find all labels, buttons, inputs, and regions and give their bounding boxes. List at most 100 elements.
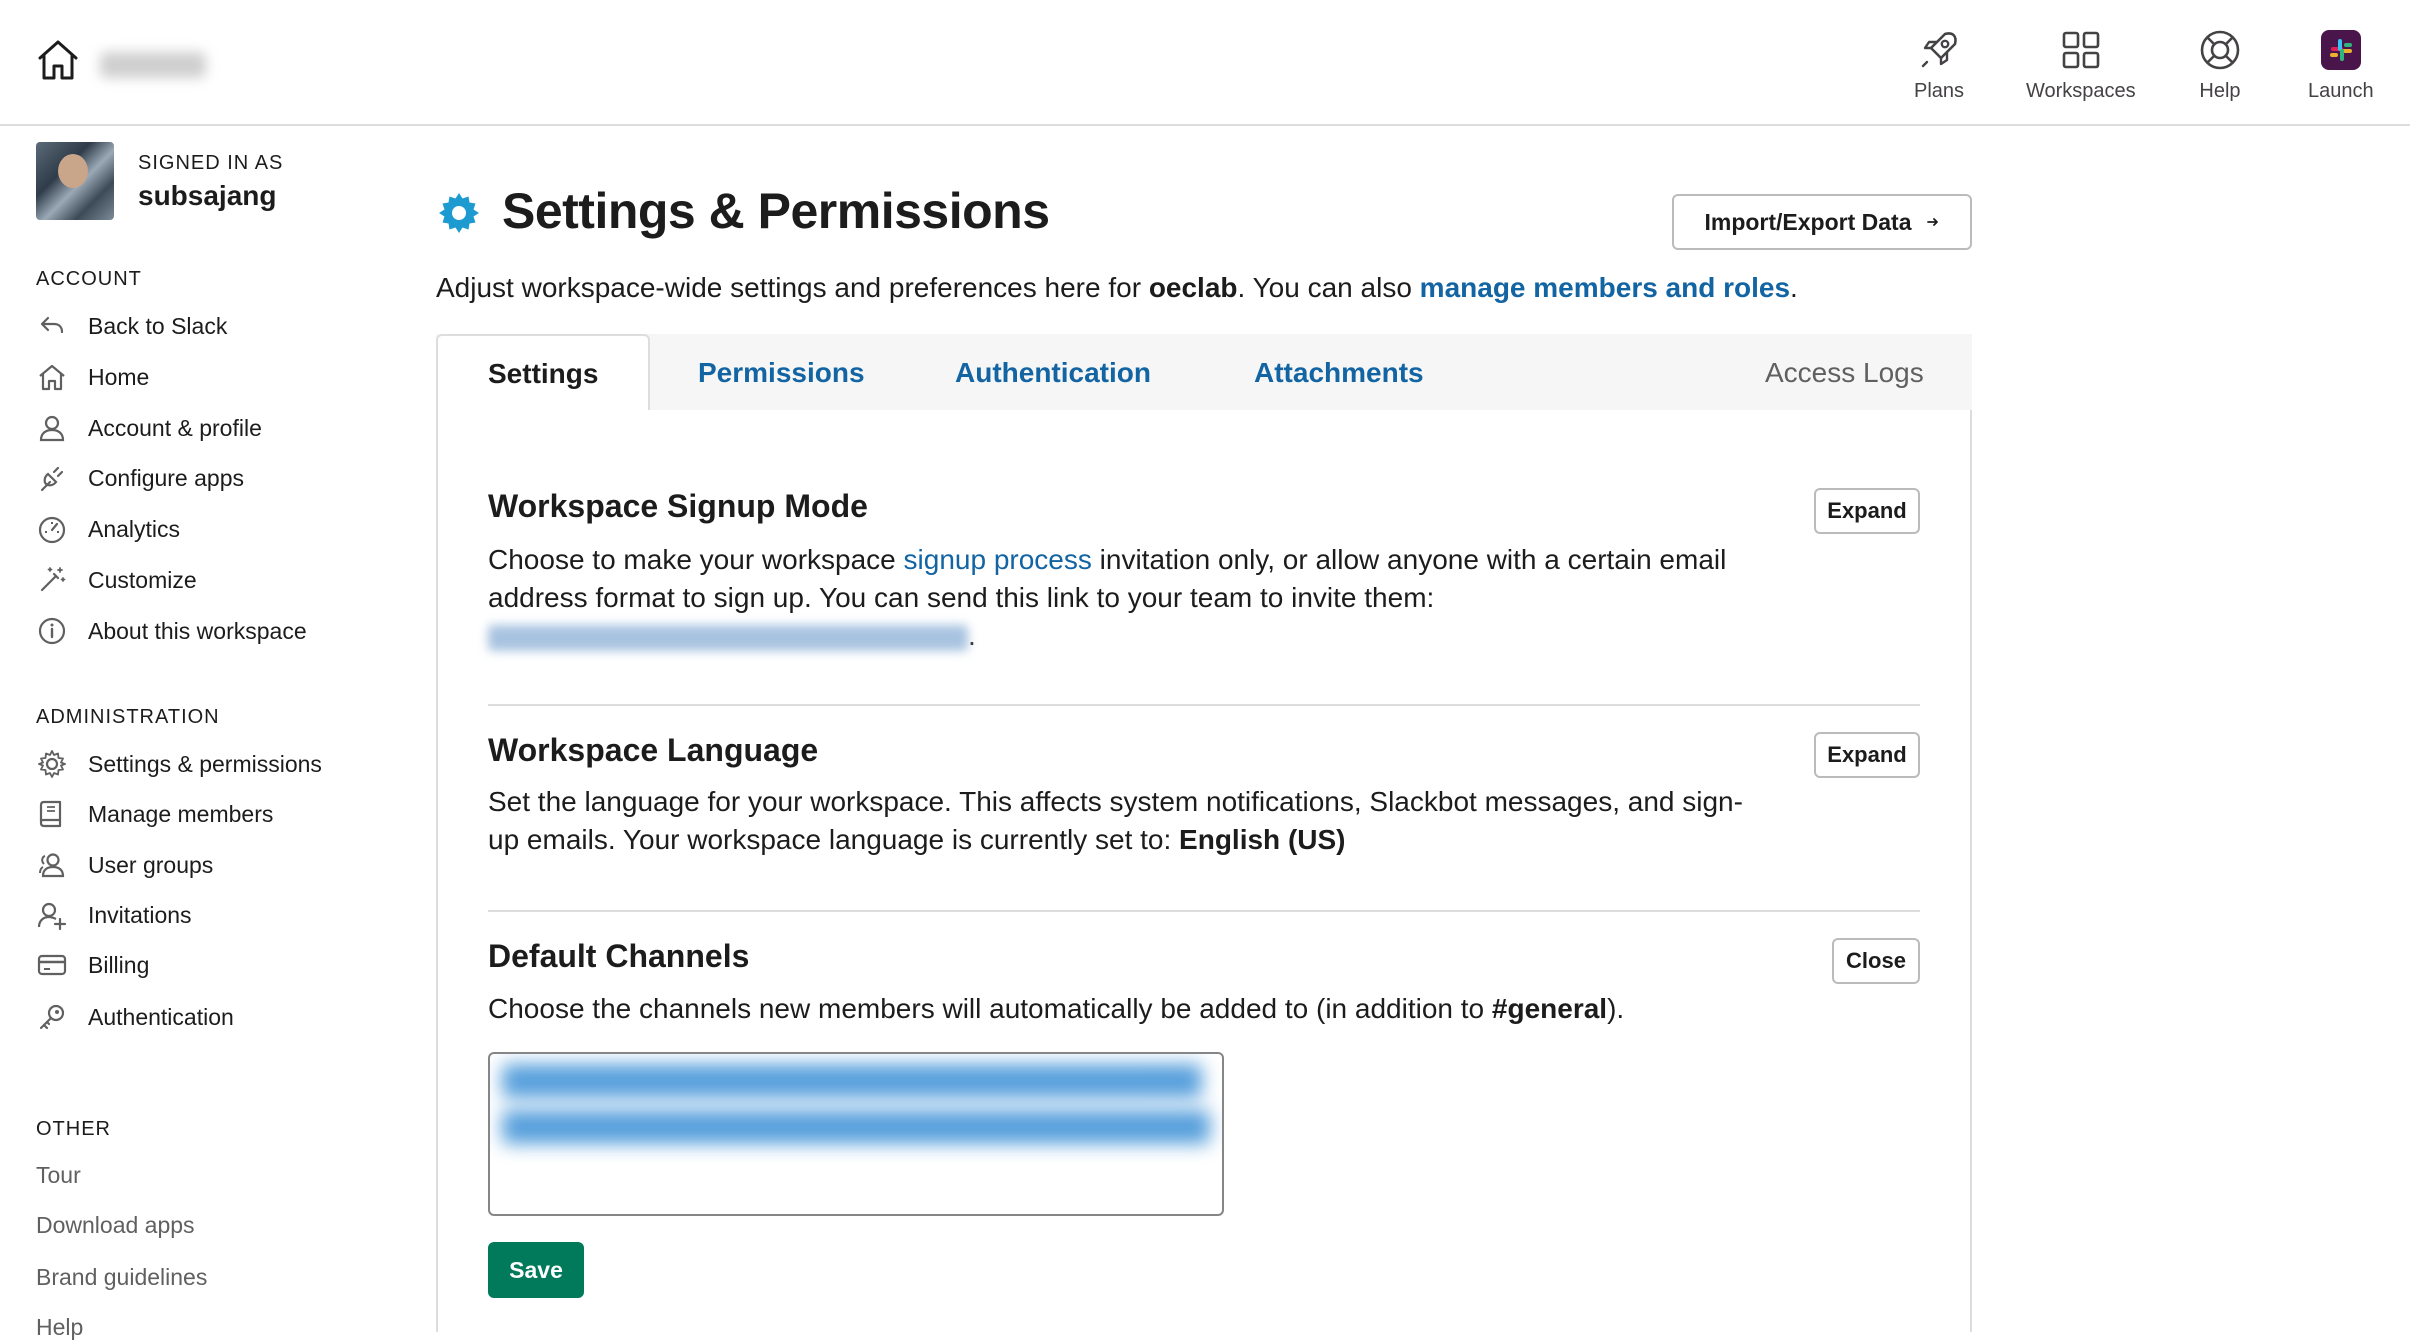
sidebar-item-about-workspace[interactable]: About this workspace <box>36 611 307 651</box>
sidebar-item-manage-members[interactable]: Manage members <box>36 794 273 834</box>
sidebar-item-authentication[interactable]: Authentication <box>36 997 234 1037</box>
sidebar-link-tour[interactable]: Tour <box>36 1162 81 1189</box>
info-icon <box>38 617 66 645</box>
home-icon[interactable] <box>34 36 82 84</box>
sidebar-item-label: User groups <box>88 851 214 878</box>
settings-tabs: Settings Permissions Authentication Atta… <box>436 334 1972 414</box>
launch-label: Launch <box>2308 80 2374 102</box>
signup-process-link[interactable]: signup process <box>904 544 1092 575</box>
workspace-name-redacted[interactable] <box>100 52 206 78</box>
lifebuoy-icon <box>2200 30 2240 70</box>
sidebar-item-label: Invitations <box>88 901 192 928</box>
current-language: English (US) <box>1179 824 1346 855</box>
sidebar-item-label: Back to Slack <box>88 312 228 339</box>
key-icon <box>39 1004 65 1030</box>
sidebar-item-label: About this workspace <box>88 617 307 644</box>
tab-authentication[interactable]: Authentication <box>955 334 1151 412</box>
credit-card-icon <box>37 954 67 976</box>
sidebar-link-brand-guidelines[interactable]: Brand guidelines <box>36 1264 207 1291</box>
plans-button[interactable]: Plans <box>1914 26 1964 103</box>
add-person-icon <box>37 902 67 931</box>
sidebar-item-label: Billing <box>88 951 150 978</box>
section-divider <box>488 910 1920 912</box>
import-export-label: Import/Export Data <box>1704 208 1912 235</box>
workspaces-button[interactable]: Workspaces <box>2026 26 2136 103</box>
default-channels-input[interactable] <box>488 1052 1224 1216</box>
sidebar-item-label: Authentication <box>88 1003 234 1030</box>
plug-icon <box>40 466 64 492</box>
description-text: ). <box>1607 993 1625 1024</box>
description-text: Choose to make your workspace <box>488 544 904 575</box>
sidebar-item-back-to-slack[interactable]: Back to Slack <box>36 306 227 346</box>
administration-heading: ADMINISTRATION <box>36 706 220 728</box>
workspaces-label: Workspaces <box>2026 80 2136 102</box>
tab-settings[interactable]: Settings <box>436 334 651 414</box>
signup-expand-button[interactable]: Expand <box>1814 488 1920 534</box>
avatar[interactable] <box>36 142 114 220</box>
sidebar-item-label: Configure apps <box>88 464 244 491</box>
help-label: Help <box>2199 80 2241 102</box>
sidebar-item-billing[interactable]: Billing <box>36 945 149 985</box>
channels-close-button[interactable]: Close <box>1832 938 1920 984</box>
invite-link-redacted[interactable] <box>488 624 968 651</box>
signed-in-label: SIGNED IN AS <box>138 152 284 174</box>
sidebar-item-label: Settings & permissions <box>88 750 322 777</box>
sidebar-item-label: Account & profile <box>88 414 262 441</box>
gauge-icon <box>38 516 66 544</box>
subtitle-text: . <box>1790 272 1798 303</box>
person-icon <box>39 415 65 442</box>
default-channels-description: Choose the channels new members will aut… <box>488 990 1758 1028</box>
page-subtitle: Adjust workspace-wide settings and prefe… <box>436 272 1798 304</box>
sidebar-item-user-groups[interactable]: User groups <box>36 845 213 885</box>
launch-button[interactable]: Launch <box>2308 26 2374 103</box>
sidebar-item-invitations[interactable]: Invitations <box>36 895 192 935</box>
account-heading: ACCOUNT <box>36 268 142 290</box>
subtitle-text: . You can also <box>1237 272 1420 303</box>
top-bar: Plans Workspaces Help Launch <box>0 0 2410 126</box>
sidebar-item-label: Customize <box>88 566 197 593</box>
channel-chips-redacted <box>502 1110 1210 1144</box>
sidebar-item-settings-permissions[interactable]: Settings & permissions <box>36 744 322 784</box>
description-text: Set the language for your workspace. Thi… <box>488 786 1743 855</box>
default-channels-title: Default Channels <box>488 938 750 974</box>
plans-label: Plans <box>1914 80 1965 102</box>
save-button[interactable]: Save <box>488 1242 584 1298</box>
tab-attachments[interactable]: Attachments <box>1254 334 1424 412</box>
other-heading: OTHER <box>36 1118 111 1140</box>
grid-icon <box>2062 31 2100 69</box>
sidebar-item-label: Home <box>88 363 150 390</box>
sidebar-link-help[interactable]: Help <box>36 1314 83 1341</box>
signup-mode-description: Choose to make your workspace signup pro… <box>488 541 1778 655</box>
sidebar-item-configure-apps[interactable]: Configure apps <box>36 458 244 498</box>
sidebar-item-account-profile[interactable]: Account & profile <box>36 408 262 448</box>
sidebar-item-analytics[interactable]: Analytics <box>36 509 180 549</box>
sidebar-link-download-apps[interactable]: Download apps <box>36 1212 195 1239</box>
sidebar-item-label: Analytics <box>88 515 181 542</box>
signup-mode-title: Workspace Signup Mode <box>488 488 868 524</box>
sidebar-item-home[interactable]: Home <box>36 357 149 397</box>
page-title: Settings & Permissions <box>502 183 1050 239</box>
tab-access-logs[interactable]: Access Logs <box>1765 334 1924 412</box>
gear-icon <box>439 193 479 233</box>
slack-logo-icon <box>2320 30 2361 70</box>
help-button[interactable]: Help <box>2196 26 2244 103</box>
workspace-language-description: Set the language for your workspace. Thi… <box>488 783 1750 859</box>
back-arrow-icon <box>40 316 64 334</box>
import-export-button[interactable]: Import/Export Data <box>1672 194 1972 250</box>
workspace-name: oeclab <box>1148 272 1238 303</box>
workspace-language-title: Workspace Language <box>488 732 819 768</box>
description-text: . <box>968 620 976 651</box>
book-icon <box>39 800 62 828</box>
sidebar-item-customize[interactable]: Customize <box>36 560 197 600</box>
arrow-right-icon <box>1926 218 1938 226</box>
manage-members-link[interactable]: manage members and roles <box>1420 272 1790 303</box>
channel-chips-redacted <box>502 1064 1202 1098</box>
home-icon <box>39 364 65 391</box>
users-icon <box>39 853 65 878</box>
sidebar: SIGNED IN AS subsajang ACCOUNT Back to S… <box>0 126 420 1340</box>
signed-in-username: subsajang <box>138 180 277 211</box>
subtitle-text: Adjust workspace-wide settings and prefe… <box>436 272 1149 303</box>
description-text: Choose the channels new members will aut… <box>488 993 1492 1024</box>
language-expand-button[interactable]: Expand <box>1814 732 1920 778</box>
tab-permissions[interactable]: Permissions <box>698 334 865 412</box>
